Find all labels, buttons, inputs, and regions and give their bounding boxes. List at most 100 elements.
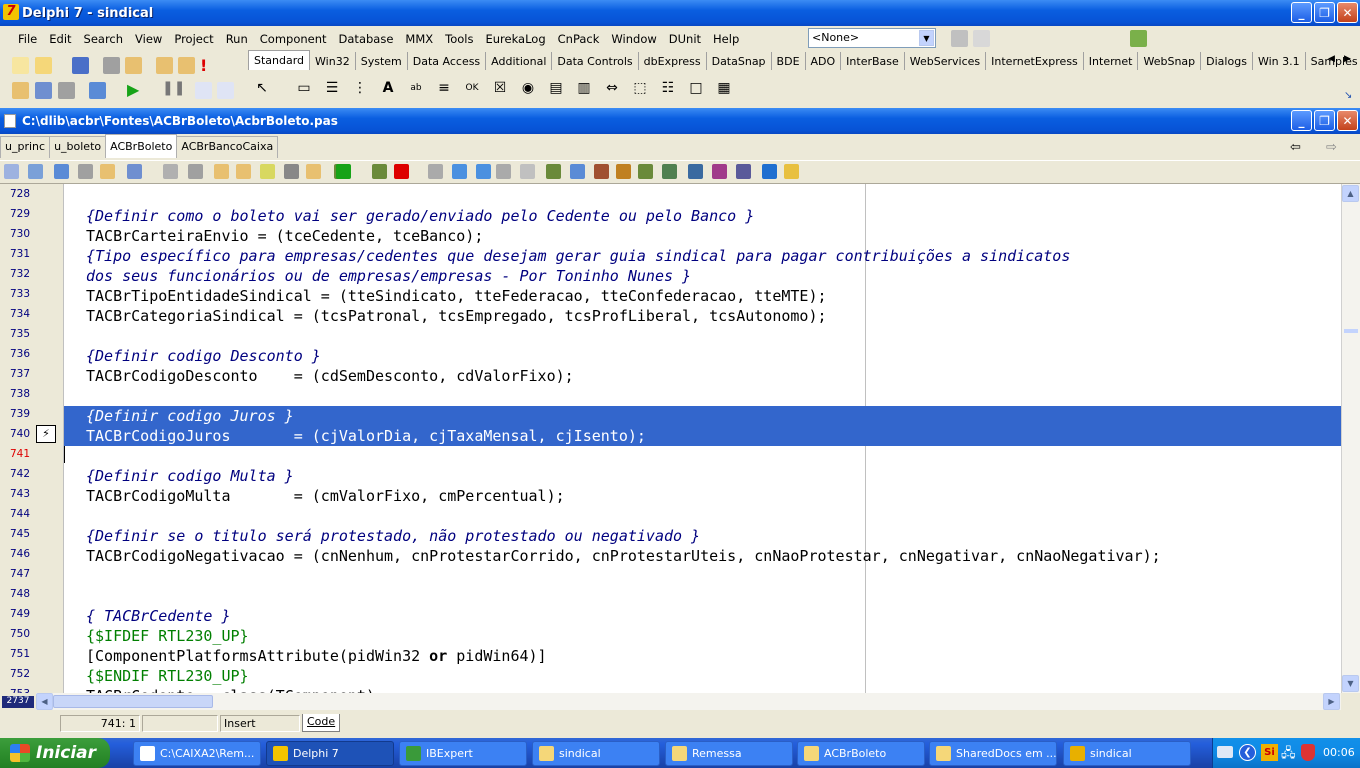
- code-line[interactable]: 737 TACBrCodigoDesconto = (cdSemDesconto,…: [0, 366, 1341, 386]
- trace-into-icon[interactable]: [195, 82, 212, 99]
- start-button[interactable]: Iniciar: [0, 738, 110, 768]
- network-icon[interactable]: 🖧: [1281, 744, 1296, 766]
- editor-tool-13-icon[interactable]: [306, 164, 321, 179]
- taskbar-item[interactable]: SharedDocs em ...: [929, 741, 1057, 766]
- taskbar-item[interactable]: Remessa: [665, 741, 793, 766]
- scroll-right-icon[interactable]: ▶: [1323, 693, 1340, 710]
- code-line[interactable]: 744: [0, 506, 1341, 526]
- bookmark-icon[interactable]: ⚡: [36, 425, 56, 443]
- chevron-left-icon[interactable]: ❮: [1239, 744, 1256, 761]
- code-line[interactable]: 738: [0, 386, 1341, 406]
- file-tab-acbrbancocaixa[interactable]: ACBrBancoCaixa: [176, 136, 279, 158]
- code-line[interactable]: 729 {Definir como o boleto vai ser gerado…: [0, 206, 1341, 226]
- code-line[interactable]: 742 {Definir codigo Multa }: [0, 466, 1341, 486]
- palette-scroll-right-icon[interactable]: ▶: [1344, 54, 1351, 64]
- code-line[interactable]: 733 TACBrTipoEntidadeSindical = (tteSindi…: [0, 286, 1341, 306]
- editor-tool-3-icon[interactable]: [54, 164, 69, 179]
- editor-tool-31-icon[interactable]: [736, 164, 751, 179]
- palette-tab-dialogs[interactable]: Dialogs: [1201, 52, 1253, 70]
- editor-tool-8-icon[interactable]: [188, 164, 203, 179]
- combobox-icon[interactable]: ▥: [574, 78, 594, 98]
- editor-tool-25-icon[interactable]: [594, 164, 609, 179]
- editor-tool-26-icon[interactable]: [616, 164, 631, 179]
- mainmenu-icon[interactable]: ☰: [322, 78, 342, 98]
- editor-tool-17-icon[interactable]: [394, 164, 409, 179]
- taskbar-item[interactable]: Delphi 7: [266, 741, 394, 766]
- save-desktop-icon[interactable]: [951, 30, 968, 47]
- palette-tab-webservices[interactable]: WebServices: [905, 52, 987, 70]
- palette-tab-data-controls[interactable]: Data Controls: [552, 52, 639, 70]
- menu-component[interactable]: Component: [254, 32, 333, 46]
- code-line[interactable]: 739 {Definir codigo Juros }: [10, 406, 1341, 426]
- radiogroup-icon[interactable]: ☷: [658, 78, 678, 98]
- palette-tab-websnap[interactable]: WebSnap: [1138, 52, 1202, 70]
- code-line[interactable]: 735: [0, 326, 1341, 346]
- editor-tool-24-icon[interactable]: [570, 164, 585, 179]
- palette-tab-interbase[interactable]: InterBase: [841, 52, 905, 70]
- palette-tab-dbexpress[interactable]: dbExpress: [639, 52, 707, 70]
- code-line[interactable]: 753 TACBrCedente = class(TComponent): [0, 686, 1341, 693]
- code-line[interactable]: 750 {$IFDEF RTL230_UP}: [0, 626, 1341, 646]
- open-icon[interactable]: [35, 57, 52, 74]
- editor-tool-5-icon[interactable]: [100, 164, 115, 179]
- editor-tool-30-icon[interactable]: [712, 164, 727, 179]
- taskbar-item[interactable]: ACBrBoleto: [797, 741, 925, 766]
- horizontal-scrollbar[interactable]: ◀ ▶: [36, 693, 1341, 710]
- editor-tool-33-icon[interactable]: [784, 164, 799, 179]
- palette-expand-icon[interactable]: ↘: [1344, 90, 1352, 101]
- palette-tab-data-access[interactable]: Data Access: [408, 52, 487, 70]
- edit-icon[interactable]: ab: [406, 78, 426, 98]
- scroll-left-icon[interactable]: ◀: [36, 693, 53, 710]
- exclamation-icon[interactable]: !: [200, 56, 207, 75]
- menu-eurekalog[interactable]: EurekaLog: [479, 32, 551, 46]
- desktop-layout-combo[interactable]: <None> ▼: [808, 28, 936, 48]
- code-line[interactable]: 747: [0, 566, 1341, 586]
- palette-tab-ado[interactable]: ADO: [806, 52, 842, 70]
- editor-tool-12-icon[interactable]: [284, 164, 299, 179]
- save-all-icon[interactable]: [103, 57, 120, 74]
- code-line[interactable]: 740 TACBrCodigoJuros = (cjValorDia, cjTax…: [10, 426, 1341, 446]
- keyboard-icon[interactable]: [1217, 746, 1233, 758]
- code-line[interactable]: 743 TACBrCodigoMulta = (cmValorFixo, cmPe…: [0, 486, 1341, 506]
- help-book-icon[interactable]: [1130, 30, 1147, 47]
- code-line[interactable]: 728: [0, 186, 1341, 206]
- forward-arrow-icon[interactable]: ⇨: [1326, 140, 1337, 155]
- menu-tools[interactable]: Tools: [439, 32, 479, 46]
- editor-titlebar[interactable]: C:\dlib\acbr\Fontes\ACBrBoleto\AcbrBolet…: [0, 108, 1360, 134]
- run-icon[interactable]: ▶: [127, 80, 139, 99]
- menu-database[interactable]: Database: [333, 32, 400, 46]
- back-arrow-icon[interactable]: ⇦: [1290, 140, 1301, 155]
- code-line[interactable]: 732 dos seus funcionários ou de empresas/…: [0, 266, 1341, 286]
- palette-tab-internetexpress[interactable]: InternetExpress: [986, 52, 1084, 70]
- menu-run[interactable]: Run: [220, 32, 254, 46]
- palette-tab-datasnap[interactable]: DataSnap: [707, 52, 772, 70]
- code-line[interactable]: 734 TACBrCategoriaSindical = (tcsPatronal…: [0, 306, 1341, 326]
- palette-scroll-left-icon[interactable]: ◀: [1328, 54, 1335, 64]
- taskbar-item[interactable]: IBExpert: [399, 741, 527, 766]
- panel-icon[interactable]: □: [686, 78, 706, 98]
- restore-button[interactable]: ❐: [1314, 2, 1335, 23]
- editor-tool-22-icon[interactable]: [520, 164, 535, 179]
- menu-view[interactable]: View: [129, 32, 168, 46]
- palette-tab-win32[interactable]: Win32: [310, 52, 356, 70]
- palette-tab-system[interactable]: System: [356, 52, 408, 70]
- editor-tool-18-icon[interactable]: [428, 164, 443, 179]
- menu-cnpack[interactable]: CnPack: [552, 32, 606, 46]
- editor-tool-16-icon[interactable]: [372, 164, 387, 179]
- taskbar-item[interactable]: sindical: [1063, 741, 1191, 766]
- save-icon[interactable]: [72, 57, 89, 74]
- editor-close-button[interactable]: ✕: [1337, 110, 1358, 131]
- new-icon[interactable]: [12, 57, 29, 74]
- editor-tool-27-icon[interactable]: [638, 164, 653, 179]
- groupbox-icon[interactable]: ⬚: [630, 78, 650, 98]
- radiobutton-icon[interactable]: ◉: [518, 78, 538, 98]
- code-line[interactable]: 751 [ComponentPlatformsAttribute(pidWin32…: [0, 646, 1341, 666]
- editor-tool-19-icon[interactable]: [452, 164, 467, 179]
- editor-tool-28-icon[interactable]: [662, 164, 677, 179]
- pointer-icon[interactable]: ↖: [252, 78, 272, 98]
- remove-file-icon[interactable]: [178, 57, 195, 74]
- code-line[interactable]: 749 { TACBrCedente }: [0, 606, 1341, 626]
- editor-tool-20-icon[interactable]: [476, 164, 491, 179]
- editor-tool-9-icon[interactable]: [214, 164, 229, 179]
- editor-tool-7-icon[interactable]: [163, 164, 178, 179]
